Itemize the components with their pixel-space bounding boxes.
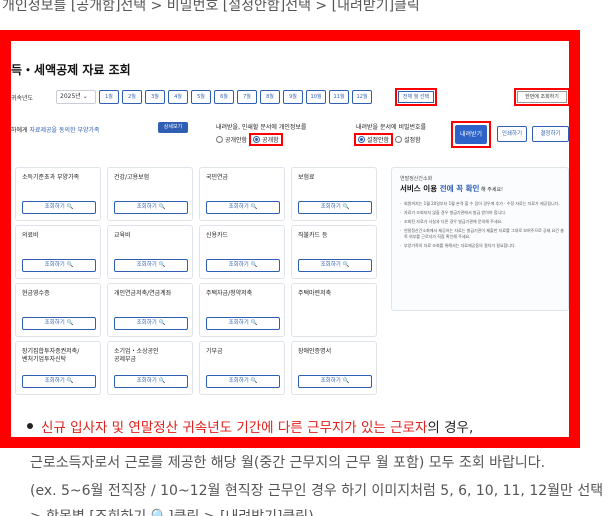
notice-item: 조회된 자료가 사실과 다른 경우 발급기관에 문의해 주세요. [400, 219, 564, 225]
card-debit-card: 직불카드 등 조회하기 🔍 [291, 225, 377, 279]
notice-kicker: 연말정산간소화 [400, 176, 433, 182]
month-button[interactable]: 6월 [214, 90, 234, 104]
privacy-on-highlight: 공개함 [249, 133, 283, 146]
card-pension-savings: 개인연금저축/연금계좌 조회하기 🔍 [107, 283, 193, 337]
paragraph-line-3: > 항목별 [조회하기 🔍]클릭 > [내려받기]클릭) [30, 506, 314, 516]
download-button-highlight: 내려받기 [451, 121, 491, 148]
month-button[interactable]: 8월 [260, 90, 280, 104]
privacy-options: 공개안함 공개함 [216, 133, 283, 146]
view-button[interactable]: 조회하기 🔍 [206, 201, 280, 214]
embedded-screenshot: 득・세액공제 자료 조회 귀속년도 2025년 ⌄ 1월 2월 3월 4월 5월… [11, 41, 569, 397]
notice-item: 회원까지는 1월 20일부터 1월 본격 할 수 있어 경우에 추가 · 수정 … [400, 201, 564, 207]
card-income-over: 소득기준초과 부양가족 조회하기 🔍 [15, 167, 101, 221]
screenshot-highlight-frame: 득・세액공제 자료 조회 귀속년도 2025년 ⌄ 1월 2월 3월 4월 5월… [0, 30, 580, 448]
month-button[interactable]: 10월 [306, 90, 326, 104]
all-months-button-highlight: 전체 월 선택 [395, 88, 437, 106]
view-button[interactable]: 조회하기 🔍 [298, 259, 372, 272]
card-medical: 의료비 조회하기 🔍 [15, 225, 101, 279]
notice-item: 부양가족의 자료 조회를 위해서는 자료제공동의 절차가 필요합니다. [400, 243, 564, 249]
view-button[interactable]: 조회하기 🔍 [22, 317, 96, 330]
all-months-button[interactable]: 전체 월 선택 [398, 91, 434, 103]
view-button[interactable]: 조회하기 🔍 [114, 259, 188, 272]
bullet-icon [27, 423, 33, 429]
card-education: 교육비 조회하기 🔍 [107, 225, 193, 279]
month-button[interactable]: 5월 [191, 90, 211, 104]
view-button[interactable]: 조회하기 🔍 [22, 201, 96, 214]
password-none-highlight: 설정안함 [354, 133, 394, 146]
view-all-button-highlight: 한번에 조회하기 [514, 88, 569, 106]
paragraph-line-2: (ex. 5~6월 전직장 / 10~12월 현직장 근무인 경우 하기 이미지… [30, 483, 604, 499]
privacy-off-radio[interactable] [216, 136, 223, 143]
month-button[interactable]: 11월 [329, 90, 349, 104]
view-button[interactable]: 조회하기 🔍 [206, 259, 280, 272]
download-button[interactable]: 내려받기 [455, 125, 487, 144]
card-donation: 기부금 조회하기 🔍 [199, 341, 285, 395]
year-select[interactable]: 2025년 ⌄ [56, 90, 96, 104]
notice-list: 회원까지는 1월 20일부터 1월 본격 할 수 있어 경우에 추가 · 수정 … [400, 201, 564, 252]
view-button[interactable]: 조회하기 🔍 [22, 375, 96, 388]
notice-box: 연말정산간소화 서비스 이용 전에 꼭 확인 해 주세요! 회원까지는 1월 2… [391, 167, 569, 311]
view-button[interactable]: 조회하기 🔍 [298, 375, 372, 388]
month-button[interactable]: 4월 [168, 90, 188, 104]
card-health-insurance: 건강/고용보험 조회하기 🔍 [107, 167, 193, 221]
card-credit-card: 신용카드 조회하기 🔍 [199, 225, 285, 279]
view-button[interactable]: 조회하기 🔍 [114, 317, 188, 330]
card-cash-receipt: 현금영수증 조회하기 🔍 [15, 283, 101, 337]
card-long-term-fund: 장기집합투자증권저축/ 벤처기업투자신탁 조회하기 🔍 [15, 341, 101, 395]
month-button[interactable]: 2월 [122, 90, 142, 104]
view-button[interactable]: 조회하기 🔍 [22, 259, 96, 272]
month-button[interactable]: 12월 [352, 90, 372, 104]
privacy-on-radio[interactable] [253, 136, 261, 143]
bullet-note: 신규 입사자 및 연말정산 귀속년도 기간에 다른 근무지가 있는 근로자의 경… [27, 416, 473, 436]
month-button[interactable]: 9월 [283, 90, 303, 104]
year-label: 귀속년도 [11, 95, 34, 102]
password-set-radio[interactable] [395, 136, 403, 143]
card-insurance: 보험료 조회하기 🔍 [291, 167, 377, 221]
password-options: 설정안함 설정함 [354, 133, 421, 146]
notice-item: 연말정산간소화에서 제공하는 자료는 발급기관이 제출한 자료를 그대로 보여주… [400, 228, 564, 240]
card-small-business: 소기업・소상공인 공제부금 조회하기 🔍 [107, 341, 193, 395]
card-disability: 장애인증명서 조회하기 🔍 [291, 341, 377, 395]
consent-text: 하에게 자료제공을 동의한 부양가족 [11, 127, 100, 134]
paragraph-line-1: 근로소득자로서 근로를 제공한 해당 월(중간 근무지의 근무 월 포함) 모두… [30, 455, 546, 471]
privacy-group-title: 내려받을, 인쇄할 문서에 개인정보를 [216, 124, 307, 131]
password-group-title: 내려받을 문서에 비밀번호를 [356, 124, 427, 131]
password-none-radio[interactable] [358, 136, 365, 143]
view-button[interactable]: 조회하기 🔍 [206, 375, 280, 388]
notice-item: 자료가 조회되지 않을 경우 발급기관에서 발급 받아야 합니다. [400, 210, 564, 216]
print-button[interactable]: 인쇄하기 [497, 126, 527, 142]
card-national-pension: 국민연금 조회하기 🔍 [199, 167, 285, 221]
card-housing-fund: 주택자금/청약저축 조회하기 🔍 [199, 283, 285, 337]
month-buttons: 1월 2월 3월 4월 5월 6월 7월 8월 9월 10월 11월 12월 [99, 90, 372, 104]
detail-button[interactable]: 상세보기 [158, 122, 188, 133]
page-title: 득・세액공제 자료 조회 [11, 63, 131, 77]
top-caption: 개인정보를 [공개함]선택 > 비밀번호 [설정안함]선택 > [내려받기]클릭 [2, 0, 420, 14]
month-button[interactable]: 7월 [237, 90, 257, 104]
view-button[interactable]: 조회하기 🔍 [298, 201, 372, 214]
card-housing-savings: 주택마련저축 [291, 283, 377, 337]
view-button[interactable]: 조회하기 🔍 [206, 317, 280, 330]
view-button[interactable]: 조회하기 🔍 [114, 201, 188, 214]
view-button[interactable]: 조회하기 🔍 [114, 375, 188, 388]
year-row: 귀속년도 2025년 ⌄ 1월 2월 3월 4월 5월 6월 7월 8월 9월 … [11, 88, 569, 106]
consent-row: 하에게 자료제공을 동의한 부양가족 상세보기 내려받을, 인쇄할 문서에 개인… [11, 121, 569, 149]
month-button[interactable]: 3월 [145, 90, 165, 104]
confirm-button[interactable]: 결정하기 [532, 126, 569, 142]
notice-heading: 서비스 이용 전에 꼭 확인 해 주세요! [400, 184, 504, 193]
view-all-button[interactable]: 한번에 조회하기 [517, 91, 567, 103]
month-button[interactable]: 1월 [99, 90, 119, 104]
